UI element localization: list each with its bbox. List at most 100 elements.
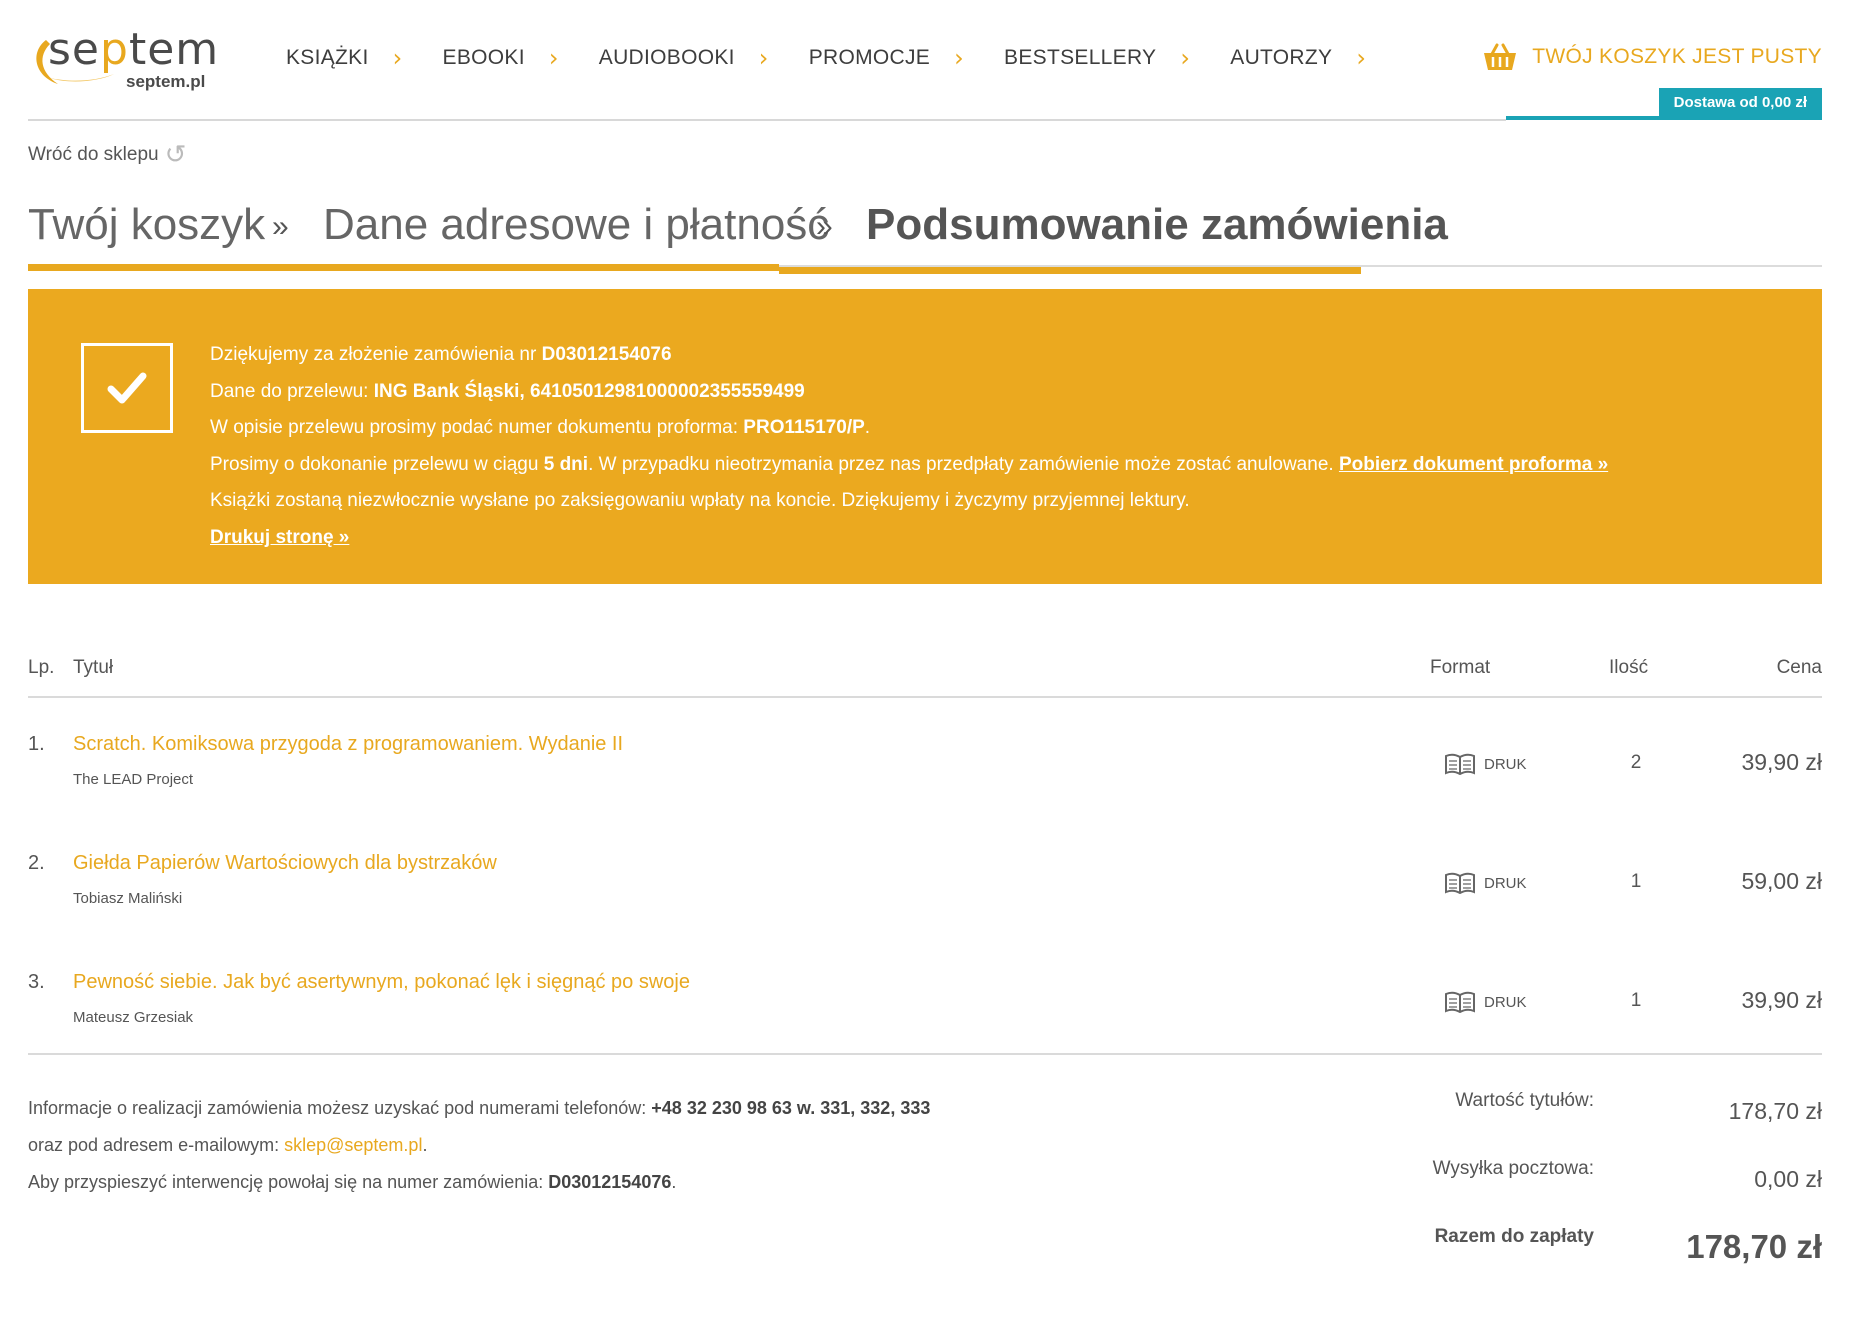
subtotal-row: Wartość tytułów: 178,70 zł xyxy=(1402,1090,1822,1158)
confirmation-text: Dziękujemy za złożenie zamówienia nr D03… xyxy=(210,337,1608,557)
subtotal-value: 178,70 zł xyxy=(1728,1098,1822,1124)
step-separator: » xyxy=(816,210,833,243)
septem-logo[interactable]: septem septem.pl xyxy=(28,22,218,92)
book-format: DRUK xyxy=(1444,991,1527,1013)
book-quantity: 2 xyxy=(1630,752,1642,773)
print-page-link[interactable]: Drukuj stronę » xyxy=(210,527,349,548)
return-arrow-icon: ↺ xyxy=(164,140,187,170)
step-address-payment: Dane adresowe i płatność xyxy=(323,200,830,249)
order-ref-line: Aby przyspieszyć interwencję powołaj się… xyxy=(28,1172,677,1192)
delivery-badge: Dostawa od 0,00 zł xyxy=(1658,88,1822,117)
transfer-description-line: W opisie przelewu prosimy podać numer do… xyxy=(210,417,871,439)
email-link[interactable]: sklep@septem.pl xyxy=(284,1135,422,1155)
download-proforma-link[interactable]: Pobierz dokument proforma » xyxy=(1339,454,1608,475)
col-header-title: Tytuł xyxy=(73,657,114,678)
chevron-right-icon: › xyxy=(1180,44,1191,72)
payment-days: 5 dni xyxy=(543,453,589,475)
book-format: DRUK xyxy=(1444,872,1527,894)
book-title-link[interactable]: Scratch. Komiksowa przygoda z programowa… xyxy=(73,733,623,756)
success-check-box xyxy=(81,343,173,433)
format-label: DRUK xyxy=(1484,993,1527,1011)
delivery-underline xyxy=(1506,116,1822,120)
grand-total-label: Razem do zapłaty xyxy=(1434,1226,1594,1247)
book-icon xyxy=(1445,872,1475,894)
cart-link[interactable]: TWÓJ KOSZYK JEST PUSTY xyxy=(1482,42,1822,72)
order-totals: Wartość tytułów: 178,70 zł Wysyłka poczt… xyxy=(1402,1090,1822,1294)
nav-item-bestsellery[interactable]: BESTSELLERY › xyxy=(1004,44,1230,72)
site-header: septem septem.pl KSIĄŻKI › EBOOKI › AUDIOB… xyxy=(28,0,1822,121)
table-row: 3. Pewność siebie. Jak być asertywnym, p… xyxy=(28,971,1822,1051)
table-row: 1. Scratch. Komiksowa przygoda z program… xyxy=(28,733,1822,813)
shipping-note-line: Książki zostaną niezwłocznie wysłane po … xyxy=(210,490,1190,512)
cart-status-text: TWÓJ KOSZYK JEST PUSTY xyxy=(1532,45,1822,68)
checkmark-icon xyxy=(107,372,147,404)
nav-item-ebooki[interactable]: EBOOKI › xyxy=(443,44,599,72)
chevron-right-icon: › xyxy=(1356,44,1367,72)
row-number: 3. xyxy=(28,971,45,993)
book-title-link[interactable]: Pewność siebie. Jak być asertywnym, poko… xyxy=(73,971,690,994)
book-icon xyxy=(1445,991,1475,1013)
step-separator: » xyxy=(272,210,289,243)
step-active-bar xyxy=(779,267,1361,274)
nav-item-audiobooki[interactable]: AUDIOBOOKI › xyxy=(599,44,809,72)
table-header: Lp. Tytuł Format Ilość Cena xyxy=(28,657,1822,697)
phone-numbers: +48 32 230 98 63 w. 331, 332, 333 xyxy=(651,1098,931,1118)
payment-deadline-line: Prosimy o dokonanie przelewu w ciągu 5 d… xyxy=(210,453,1609,475)
table-row: 2. Giełda Papierów Wartościowych dla bys… xyxy=(28,852,1822,932)
row-number: 1. xyxy=(28,733,45,755)
phone-info-line: Informacje o realizacji zamówienia możes… xyxy=(28,1098,931,1118)
order-confirmation-banner: Dziękujemy za złożenie zamówienia nr D03… xyxy=(28,289,1822,584)
step-summary: Podsumowanie zamówienia xyxy=(866,200,1448,249)
nav-item-ksiazki[interactable]: KSIĄŻKI › xyxy=(286,44,443,72)
col-header-lp: Lp. xyxy=(28,657,55,678)
book-price: 39,90 zł xyxy=(1741,749,1822,775)
book-price: 59,00 zł xyxy=(1741,868,1822,894)
shipping-value: 0,00 zł xyxy=(1754,1166,1822,1192)
grand-total-value: 178,70 zł xyxy=(1686,1228,1822,1265)
book-author: The LEAD Project xyxy=(73,771,194,788)
email-info-line: oraz pod adresem e-mailowym: sklep@septe… xyxy=(28,1135,428,1155)
book-title-link[interactable]: Giełda Papierów Wartościowych dla bystrz… xyxy=(73,852,497,875)
col-header-qty: Ilość xyxy=(1609,657,1649,678)
shipping-label: Wysyłka pocztowa: xyxy=(1432,1158,1594,1179)
logo-wordmark: septem xyxy=(48,24,220,75)
order-number: D03012154076 xyxy=(541,344,672,365)
nav-item-promocje[interactable]: PROMOCJE › xyxy=(809,44,1004,72)
chevron-right-icon: › xyxy=(548,44,559,72)
table-header-divider xyxy=(28,696,1822,698)
thanks-line: Dziękujemy za złożenie zamówienia nr D03… xyxy=(210,344,672,365)
header-divider xyxy=(28,119,1506,121)
back-to-shop-label: Wróć do sklepu xyxy=(28,144,159,165)
step-cart: Twój koszyk xyxy=(28,200,266,249)
logo-domain: septem.pl xyxy=(126,72,206,91)
format-label: DRUK xyxy=(1484,874,1527,892)
chevron-right-icon: › xyxy=(392,44,403,72)
book-quantity: 1 xyxy=(1630,871,1642,892)
checkout-steps: Twój koszyk » Dane adresowe i płatność »… xyxy=(28,200,1822,274)
step-progress-bar xyxy=(28,264,779,271)
book-icon xyxy=(1445,753,1475,775)
book-price: 39,90 zł xyxy=(1741,987,1822,1013)
main-nav: KSIĄŻKI › EBOOKI › AUDIOBOOKI › PROMOCJE › B… xyxy=(286,44,1406,72)
col-header-price: Cena xyxy=(1776,657,1822,678)
book-format: DRUK xyxy=(1444,753,1527,775)
basket-icon xyxy=(1484,43,1517,70)
table-bottom-divider xyxy=(28,1053,1822,1055)
order-number-ref: D03012154076 xyxy=(548,1172,672,1192)
proforma-number: PRO115170/P xyxy=(743,417,865,439)
book-quantity: 1 xyxy=(1630,990,1642,1011)
transfer-data-line: Dane do przelewu: ING Bank Śląski, 64105… xyxy=(210,380,805,402)
chevron-right-icon: › xyxy=(954,44,965,72)
chevron-right-icon: › xyxy=(758,44,769,72)
grand-total-row: Razem do zapłaty 178,70 zł xyxy=(1402,1226,1822,1294)
order-contact-info: Informacje o realizacji zamówienia możes… xyxy=(28,1090,930,1201)
back-to-shop-link[interactable]: Wróć do sklepu ↺ xyxy=(28,140,186,170)
row-number: 2. xyxy=(28,852,45,874)
col-header-format: Format xyxy=(1430,657,1491,678)
nav-item-autorzy[interactable]: AUTORZY › xyxy=(1230,44,1406,72)
shipping-row: Wysyłka pocztowa: 0,00 zł xyxy=(1402,1158,1822,1226)
book-author: Tobiasz Maliński xyxy=(73,890,183,907)
bank-details: ING Bank Śląski, 64105012981000002355559… xyxy=(373,380,805,402)
book-author: Mateusz Grzesiak xyxy=(73,1009,194,1026)
format-label: DRUK xyxy=(1484,755,1527,773)
